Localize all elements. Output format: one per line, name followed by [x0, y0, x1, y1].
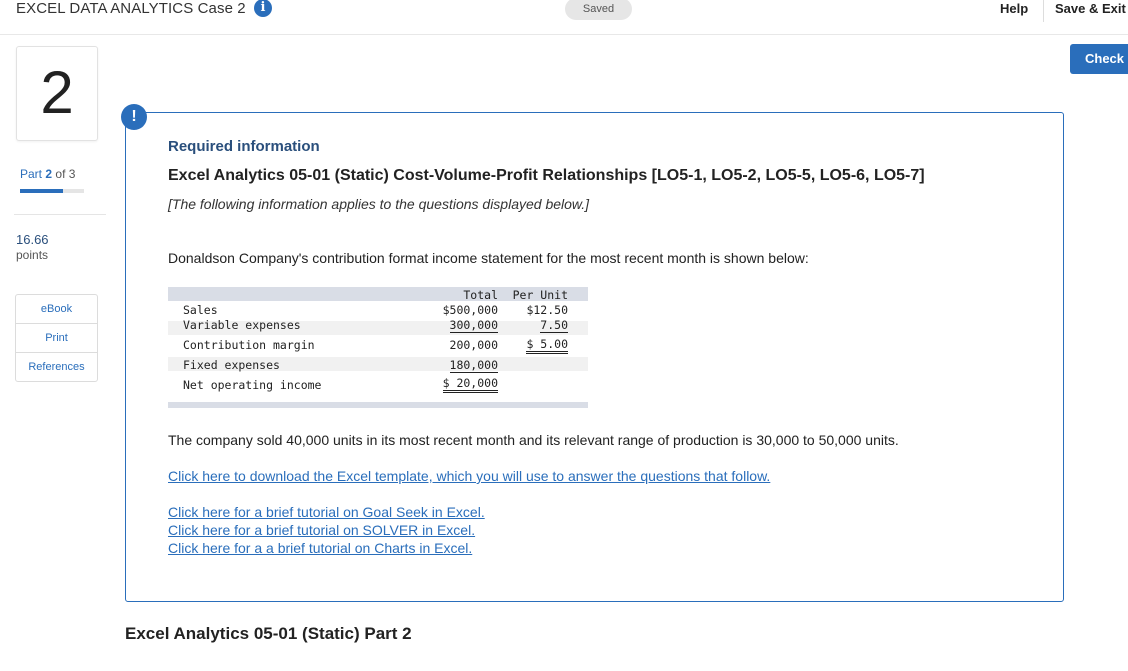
- part-heading: Excel Analytics 05-01 (Static) Part 2: [125, 624, 412, 643]
- table-footer-band: [168, 402, 588, 408]
- question-number: 2: [40, 59, 74, 126]
- row-label-net-operating-income: Net operating income: [183, 378, 322, 392]
- row-label-contribution-margin: Contribution margin: [183, 338, 315, 352]
- points-value: 16.66: [16, 232, 49, 247]
- part-total: of 3: [55, 167, 76, 181]
- case-title: Excel Analytics 05-01 (Static) Cost-Volu…: [168, 167, 925, 184]
- row-label-fixed-expenses: Fixed expenses: [183, 358, 280, 372]
- part-progress-bar: [20, 189, 84, 193]
- row-label-variable-expenses: Variable expenses: [183, 318, 301, 332]
- part-current: 2: [45, 167, 53, 181]
- row-total-variable-expenses: 300,000: [449, 318, 498, 333]
- download-template-link[interactable]: Click here to download the Excel templat…: [168, 468, 770, 484]
- row-unit-variable-expenses: 7.50: [540, 318, 568, 333]
- part-prefix: Part: [20, 167, 43, 181]
- print-button[interactable]: Print: [16, 324, 97, 353]
- assignment-title: EXCEL DATA ANALYTICS Case 2: [16, 0, 246, 17]
- charts-tutorial-link[interactable]: Click here for a a brief tutorial on Cha…: [168, 540, 472, 556]
- required-info-heading: Required information: [168, 138, 320, 155]
- check-button[interactable]: Check: [1070, 44, 1128, 74]
- alert-icon: !: [121, 104, 147, 130]
- row-total-sales: $500,000: [442, 303, 498, 317]
- row-total-contribution-margin: 200,000: [449, 338, 498, 352]
- row-unit-sales: $12.50: [526, 303, 568, 317]
- save-and-exit-link[interactable]: Save & Exit: [1055, 1, 1126, 16]
- goal-seek-tutorial-link[interactable]: Click here for a brief tutorial on Goal …: [168, 504, 485, 520]
- resources-menu: eBook Print References: [15, 294, 98, 382]
- solver-tutorial-link[interactable]: Click here for a brief tutorial on SOLVE…: [168, 522, 475, 538]
- row-unit-contribution-margin: $ 5.00: [526, 337, 568, 354]
- header-divider: [1043, 0, 1044, 22]
- col-header-total: Total: [463, 288, 498, 302]
- part-progress-fill: [20, 189, 63, 193]
- sidebar-divider: [14, 214, 106, 215]
- row-total-fixed-expenses: 180,000: [449, 358, 498, 373]
- intro-text: Donaldson Company's contribution format …: [168, 250, 809, 266]
- col-header-per-unit: Per Unit: [512, 288, 568, 302]
- income-statement-table: Total Per Unit Sales $500,000 $12.50 Var…: [168, 287, 588, 408]
- ebook-button[interactable]: eBook: [16, 295, 97, 324]
- row-label-sales: Sales: [183, 303, 218, 317]
- applies-note: [The following information applies to th…: [168, 196, 590, 212]
- question-number-box: 2: [16, 46, 98, 141]
- help-link[interactable]: Help: [1000, 1, 1028, 16]
- points-label: points: [16, 248, 49, 262]
- saved-status-badge: Saved: [565, 0, 632, 20]
- part-indicator: Part 2 of 3: [20, 167, 75, 181]
- row-total-net-operating-income: $ 20,000: [442, 376, 498, 393]
- units-sold-text: The company sold 40,000 units in its mos…: [168, 432, 899, 448]
- references-button[interactable]: References: [16, 353, 97, 381]
